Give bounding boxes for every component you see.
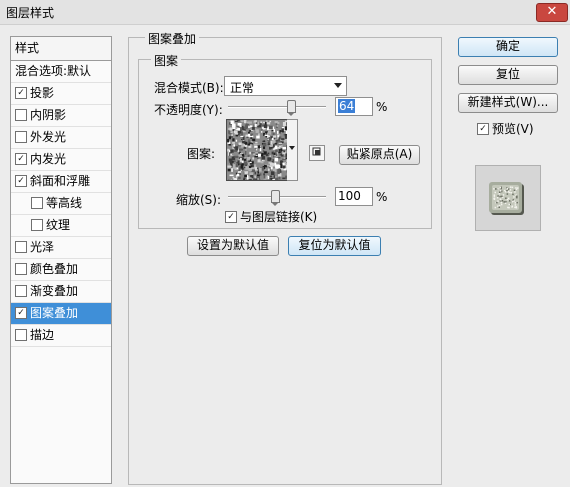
sidebar-checkbox[interactable] bbox=[15, 108, 27, 121]
sidebar-item-label: 描边 bbox=[30, 328, 55, 342]
sidebar-item[interactable]: ✓ 投影 bbox=[11, 83, 111, 105]
pattern-texture bbox=[227, 120, 287, 180]
sidebar-item-label: 内发光 bbox=[30, 152, 67, 166]
sidebar-item[interactable]: 描边 bbox=[11, 325, 111, 347]
pattern-label: 图案: bbox=[187, 147, 216, 161]
preview-label: 预览(V) bbox=[492, 122, 534, 136]
sidebar-checkbox[interactable] bbox=[15, 262, 27, 275]
blend-mode-select[interactable]: 正常 bbox=[224, 76, 347, 96]
sidebar-item[interactable]: 内阴影 bbox=[11, 105, 111, 127]
pattern-menu-icon[interactable] bbox=[309, 145, 325, 161]
chevron-down-icon bbox=[334, 83, 342, 88]
scale-value: 100 bbox=[338, 189, 361, 203]
preview-checkbox[interactable]: ✓ 预览(V) bbox=[477, 120, 534, 137]
opacity-slider-thumb[interactable] bbox=[286, 100, 296, 116]
opacity-unit: % bbox=[376, 100, 388, 114]
sidebar-item-label: 斜面和浮雕 bbox=[30, 174, 91, 188]
sidebar-item[interactable]: ✓ 内发光 bbox=[11, 149, 111, 171]
blend-options-item[interactable]: 混合选项:默认 bbox=[11, 61, 111, 83]
scale-input[interactable]: 100 bbox=[335, 187, 373, 206]
pattern-overlay-title: 图案叠加 bbox=[145, 30, 200, 47]
sidebar-item-label: 颜色叠加 bbox=[30, 262, 79, 276]
ok-button[interactable]: 确定 bbox=[458, 37, 558, 57]
sidebar-item[interactable]: 纹理 bbox=[11, 215, 111, 237]
sidebar-checkbox[interactable]: ✓ bbox=[15, 174, 27, 187]
sidebar-item-label: 投影 bbox=[30, 86, 55, 100]
sidebar-checkbox[interactable]: ✓ bbox=[15, 152, 27, 165]
scale-slider-thumb[interactable] bbox=[271, 190, 281, 206]
title-bar: 图层样式 ✕ bbox=[0, 0, 570, 25]
preview-swatch-image bbox=[476, 166, 540, 230]
new-preset-icon bbox=[312, 147, 321, 156]
opacity-slider-track[interactable] bbox=[228, 106, 326, 108]
sidebar-item-label: 等高线 bbox=[46, 196, 83, 210]
close-button[interactable]: ✕ bbox=[536, 3, 568, 22]
blend-mode-value: 正常 bbox=[230, 81, 255, 95]
sidebar-item[interactable]: 等高线 bbox=[11, 193, 111, 215]
sidebar-item-label: 内阴影 bbox=[30, 108, 67, 122]
opacity-value: 64 bbox=[338, 99, 356, 113]
sidebar-item[interactable]: ✓ 斜面和浮雕 bbox=[11, 171, 111, 193]
pattern-swatch[interactable] bbox=[226, 119, 288, 181]
window-title: 图层样式 bbox=[6, 6, 55, 20]
sidebar-item[interactable]: 光泽 bbox=[11, 237, 111, 259]
set-default-button[interactable]: 设置为默认值 bbox=[187, 236, 279, 256]
blend-mode-label: 混合模式(B): bbox=[154, 81, 224, 95]
sidebar-item-label: 渐变叠加 bbox=[30, 284, 79, 298]
sidebar-checkbox[interactable] bbox=[15, 328, 27, 341]
link-checkbox-box[interactable]: ✓ bbox=[225, 210, 237, 223]
link-with-layer-label: 与图层链接(K) bbox=[240, 210, 318, 224]
sidebar-item-label: 纹理 bbox=[46, 218, 71, 232]
sidebar-checkbox[interactable]: ✓ bbox=[15, 86, 27, 99]
sidebar-checkbox[interactable]: ✓ bbox=[15, 306, 27, 319]
style-preview-thumbnail bbox=[475, 165, 541, 231]
sidebar-item-label: 光泽 bbox=[30, 240, 55, 254]
sidebar-item[interactable]: 渐变叠加 bbox=[11, 281, 111, 303]
scale-unit: % bbox=[376, 190, 388, 204]
new-style-button[interactable]: 新建样式(W)... bbox=[458, 93, 558, 113]
sidebar-checkbox[interactable] bbox=[15, 284, 27, 297]
pattern-picker-arrow[interactable] bbox=[287, 119, 298, 181]
scale-label: 缩放(S): bbox=[176, 193, 222, 207]
opacity-input[interactable]: 64 bbox=[335, 97, 373, 116]
sidebar-item[interactable]: ✓ 图案叠加 bbox=[11, 303, 111, 325]
opacity-label: 不透明度(Y): bbox=[154, 103, 223, 117]
sidebar-item-label: 图案叠加 bbox=[30, 306, 79, 320]
sidebar-checkbox[interactable] bbox=[31, 196, 43, 209]
sidebar-checkbox[interactable] bbox=[31, 218, 43, 231]
reset-default-button[interactable]: 复位为默认值 bbox=[288, 236, 381, 256]
sidebar-item-label: 外发光 bbox=[30, 130, 67, 144]
sidebar-checkbox[interactable] bbox=[15, 240, 27, 253]
sidebar-item[interactable]: 颜色叠加 bbox=[11, 259, 111, 281]
style-list-header[interactable]: 样式 bbox=[11, 37, 111, 61]
preview-checkbox-box[interactable]: ✓ bbox=[477, 122, 489, 135]
sidebar-checkbox[interactable] bbox=[15, 130, 27, 143]
sidebar-item[interactable]: 外发光 bbox=[11, 127, 111, 149]
dialog-body: 样式 混合选项:默认 ✓ 投影 内阴影 外发光 ✓ 内发光 ✓ 斜面和浮雕 等高线 纹理 光泽 颜色叠… bbox=[0, 25, 570, 487]
snap-to-origin-button[interactable]: 贴紧原点(A) bbox=[339, 145, 420, 165]
reset-button[interactable]: 复位 bbox=[458, 65, 558, 85]
pattern-subgroup-title: 图案 bbox=[151, 52, 182, 69]
link-with-layer-checkbox[interactable]: ✓ 与图层链接(K) bbox=[225, 208, 317, 225]
style-list: 样式 混合选项:默认 ✓ 投影 内阴影 外发光 ✓ 内发光 ✓ 斜面和浮雕 等高线 纹理 光泽 颜色叠… bbox=[10, 36, 112, 484]
